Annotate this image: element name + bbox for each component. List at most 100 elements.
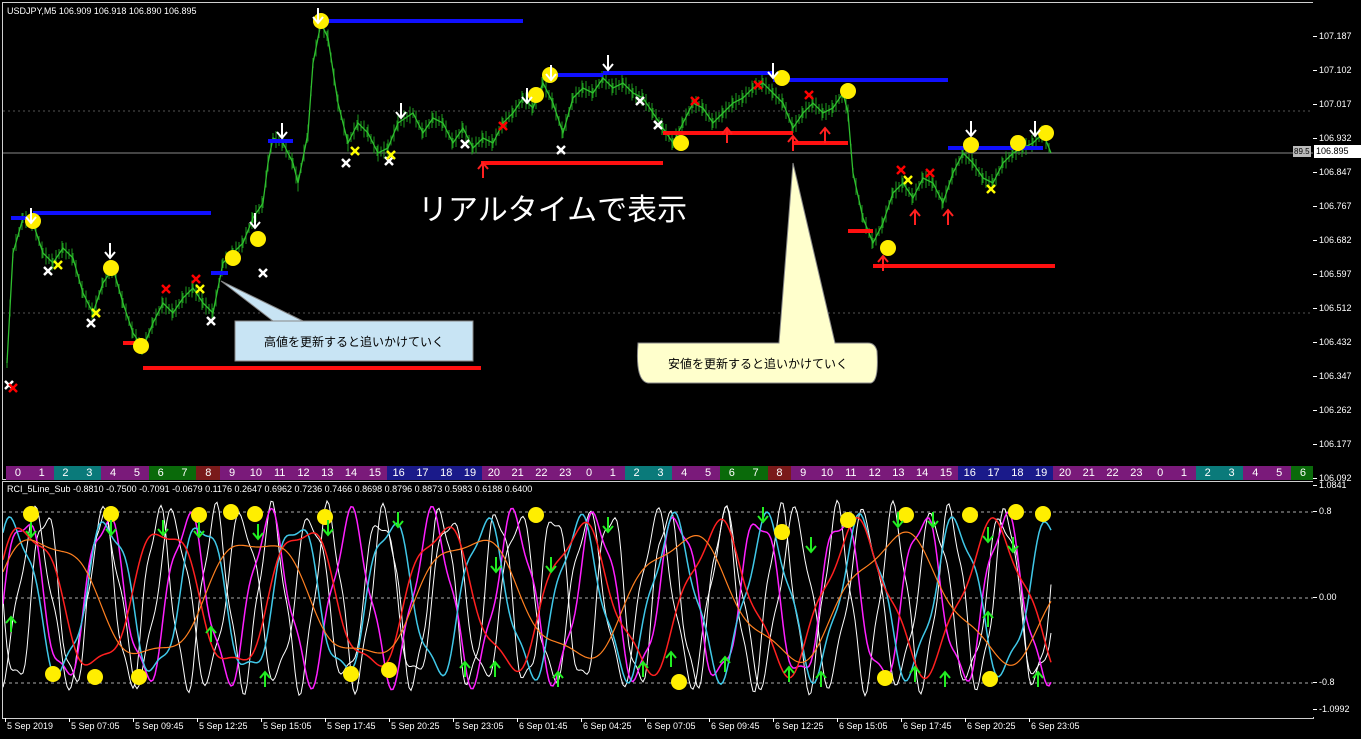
hour-cell: 2 — [53, 466, 78, 480]
hour-cell: 17 — [981, 466, 1006, 480]
rci-level-label: 1.0841 — [1319, 480, 1347, 490]
price-tick — [1313, 172, 1317, 173]
hour-cell: 13 — [886, 466, 911, 480]
cross-marker — [206, 316, 216, 326]
signal-circle — [880, 240, 896, 256]
time-tick — [389, 718, 390, 722]
up-arrow — [942, 208, 954, 225]
hour-cell: 0 — [577, 466, 601, 480]
hour-cell: 9 — [220, 466, 244, 480]
rci-signal-circle — [528, 507, 544, 523]
up-arrow — [721, 126, 733, 143]
hour-cell: 14 — [339, 466, 363, 480]
rci-signal-circle — [223, 504, 239, 520]
cross-marker — [804, 90, 814, 100]
rci-level-label: 0.8 — [1319, 506, 1332, 516]
time-label: 5 Sep 07:05 — [71, 721, 120, 731]
hour-cell: 16 — [957, 466, 982, 480]
price-label: 106.177 — [1319, 439, 1352, 449]
hour-cell: 14 — [910, 466, 935, 480]
rci-tick — [1313, 597, 1317, 598]
hour-cell: 7 — [743, 466, 768, 480]
main-chart-window[interactable]: USDJPY,M5 106.909 106.918 106.890 106.89… — [2, 2, 1315, 480]
time-axis: 5 Sep 2019 5 Sep 07:05 5 Sep 09:45 5 Sep 12… — [2, 718, 1312, 738]
hour-cell: 22 — [1100, 466, 1125, 480]
price-label: 106.432 — [1319, 337, 1352, 347]
hour-cell: 18 — [434, 466, 459, 480]
rci-axis[interactable]: 1.0841 0.8 0.00 -0.8 -1.0992 — [1313, 480, 1361, 717]
cross-marker — [986, 184, 996, 194]
price-tick — [1313, 36, 1317, 37]
cross-marker — [341, 158, 351, 168]
rci-down-arrow — [757, 507, 769, 524]
hour-cell: 11 — [838, 466, 863, 480]
time-tick — [453, 718, 454, 722]
price-label: 106.932 — [1319, 133, 1352, 143]
hour-cell: 10 — [243, 466, 268, 480]
cross-marker — [903, 175, 913, 185]
signal-circle — [103, 260, 119, 276]
hour-cell: 5 — [124, 466, 149, 480]
hour-cell: 22 — [529, 466, 554, 480]
rci-subwindow[interactable]: RCI_5Line_Sub -0.8810 -0.7500 -0.7091 -0… — [2, 481, 1314, 719]
price-axis[interactable]: 107.187 107.102 107.017 106.932 106.847 106.7… — [1313, 2, 1361, 483]
time-label: 6 Sep 20:25 — [967, 721, 1016, 731]
price-tick — [1313, 410, 1317, 411]
time-tick — [773, 718, 774, 722]
rci-signal-circle — [343, 666, 359, 682]
time-tick — [901, 718, 902, 722]
time-label: 6 Sep 01:45 — [519, 721, 568, 731]
rci-signal-circle — [962, 507, 978, 523]
rci-signal-circle — [23, 506, 39, 522]
price-label: 106.512 — [1319, 303, 1352, 313]
rci-signal-circle — [1008, 504, 1024, 520]
hour-cell: 2 — [624, 466, 649, 480]
cross-marker — [258, 268, 268, 278]
hour-cell: 5 — [696, 466, 720, 480]
time-label: 6 Sep 04:25 — [583, 721, 632, 731]
signal-circle — [250, 231, 266, 247]
hour-cell: 10 — [815, 466, 839, 480]
time-label: 6 Sep 12:25 — [775, 721, 824, 731]
price-tick — [1313, 342, 1317, 343]
rci-chart[interactable] — [3, 482, 1313, 718]
rci-up-arrow — [665, 650, 677, 667]
cross-marker — [925, 168, 935, 178]
hour-cell: 3 — [648, 466, 673, 480]
rci-signal-circle — [982, 671, 998, 687]
price-tick — [1313, 274, 1317, 275]
cross-marker — [460, 139, 470, 149]
rci-signal-circle — [1035, 506, 1051, 522]
price-chart[interactable] — [3, 3, 1313, 479]
price-tick — [1313, 104, 1317, 105]
time-tick — [709, 718, 710, 722]
time-tick — [837, 718, 838, 722]
hour-cell: 1 — [600, 466, 625, 480]
callout-high-text: 高値を更新すると追いかけていく — [263, 334, 444, 349]
time-tick — [1029, 718, 1030, 722]
down-arrow — [965, 121, 977, 138]
hour-cell: 0 — [6, 466, 30, 480]
time-label: 6 Sep 23:05 — [1031, 721, 1080, 731]
current-price-tag: 106.895 — [1314, 145, 1361, 158]
time-label: 5 Sep 17:45 — [327, 721, 376, 731]
rci-signal-circle — [381, 662, 397, 678]
hour-cell: 12 — [862, 466, 887, 480]
cross-marker — [43, 266, 53, 276]
price-tick — [1313, 478, 1317, 479]
chart-title: USDJPY,M5 106.909 106.918 106.890 106.89… — [7, 6, 197, 16]
cross-marker — [896, 165, 906, 175]
signal-circle — [133, 338, 149, 354]
hour-cell: 23 — [553, 466, 578, 480]
signal-circle — [840, 83, 856, 99]
hour-cell: 11 — [267, 466, 292, 480]
cross-marker — [753, 80, 763, 90]
rci-down-arrow — [252, 524, 264, 541]
rci-signal-circle — [317, 509, 333, 525]
price-label: 106.847 — [1319, 167, 1352, 177]
price-tick — [1313, 70, 1317, 71]
rci-tick — [1313, 485, 1317, 486]
hour-cell: 6 — [148, 466, 173, 480]
hour-bar: 0 1 2 3 4 5 6 7 8 9 10 11 12 13 14 15 16 17 18 19 20 21 22 23 0 1… — [6, 466, 1315, 480]
rci-signal-circle — [247, 506, 263, 522]
